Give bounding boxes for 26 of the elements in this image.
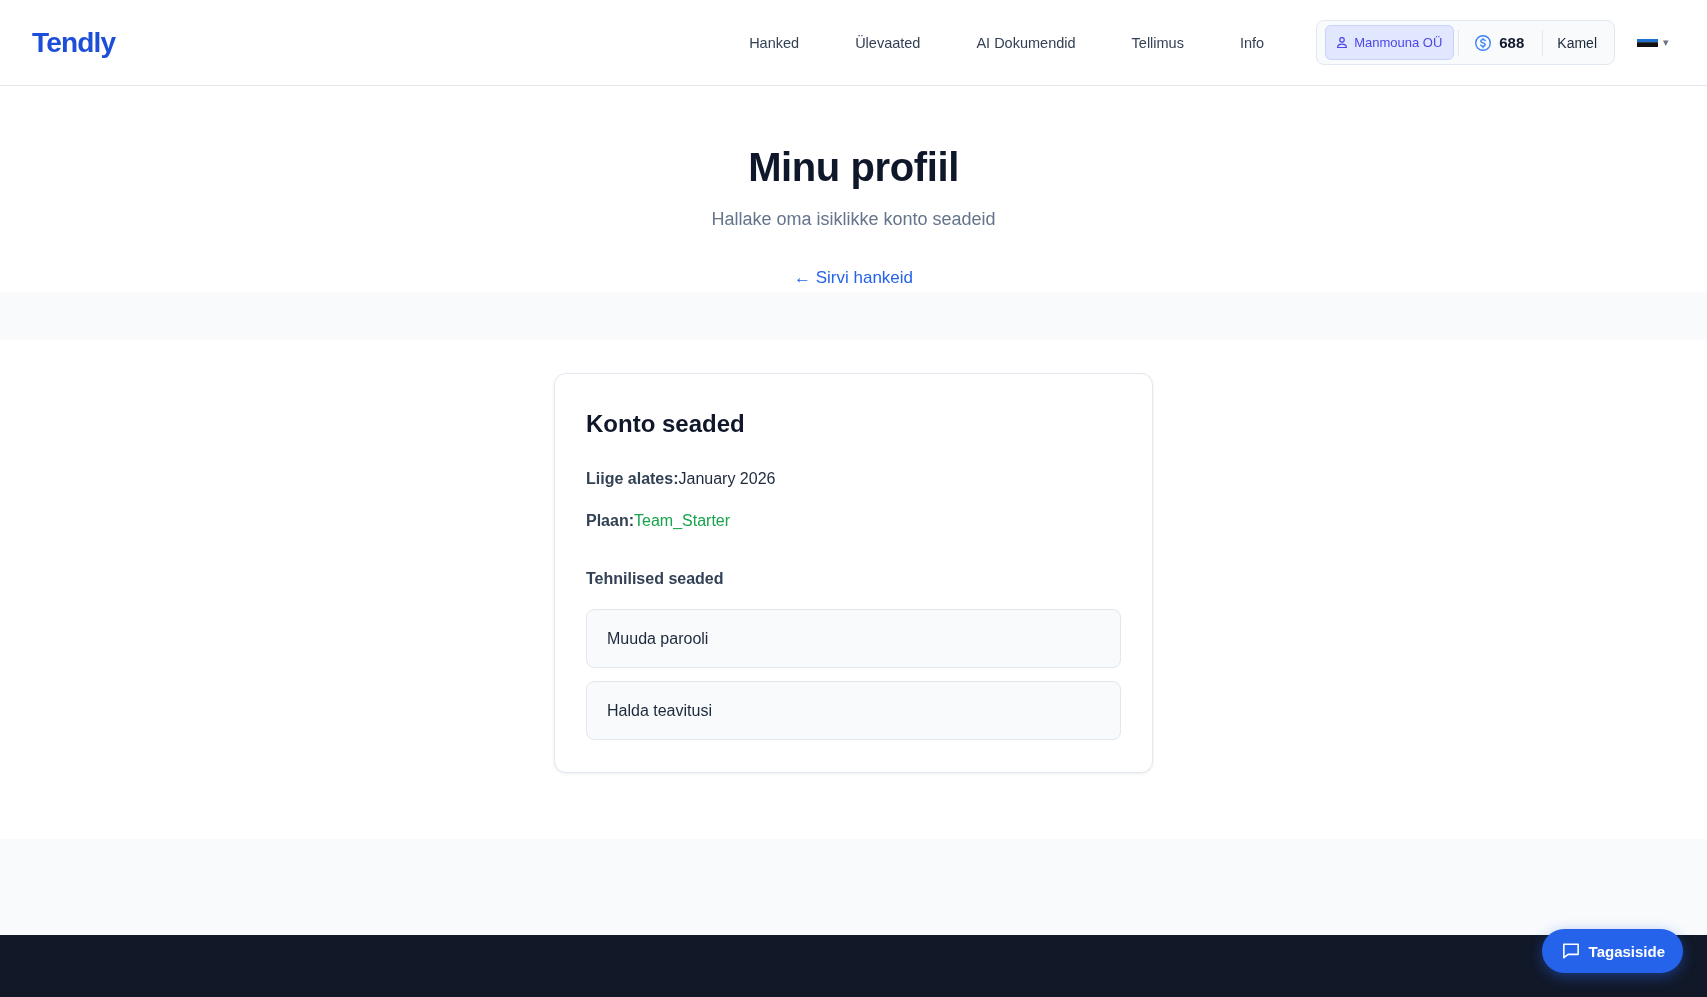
detail-label: Plaan: — [586, 512, 634, 529]
settings-action-button[interactable]: Halda teavitusi — [586, 681, 1121, 740]
logo[interactable]: Tendly — [32, 25, 116, 60]
nav-link[interactable]: Hanked — [749, 32, 800, 53]
nav-link[interactable]: AI Dokumendid — [976, 32, 1076, 53]
page-subtitle: Hallake oma isiklikke konto seadeid — [711, 208, 996, 231]
feedback-button[interactable]: Tagasiside — [1541, 929, 1683, 973]
user-name-link[interactable]: Kamel — [1557, 34, 1597, 51]
nav-link[interactable]: Info — [1239, 32, 1265, 53]
back-link[interactable]: ← Sirvi hankeid — [793, 265, 914, 290]
plan-name: Team_Starter — [634, 512, 731, 529]
detail-value: January 2026 — [678, 470, 776, 487]
credit-balance: 688 — [1499, 34, 1525, 51]
section-heading: Tehnilised seaded — [586, 569, 724, 589]
settings-action-button[interactable]: Muuda parooli — [586, 609, 1121, 668]
company-button[interactable]: Manmouna OÜ — [1325, 25, 1455, 60]
nav-link[interactable]: Ülevaated — [855, 32, 921, 53]
card-title: Konto seaded — [586, 409, 745, 439]
nav-link[interactable]: Tellimus — [1131, 32, 1184, 53]
page-title: Minu profiil — [748, 144, 959, 191]
dollar-coin-icon — [1475, 34, 1492, 51]
user-icon — [1337, 37, 1348, 48]
language-selector[interactable]: ▾ — [1637, 36, 1669, 49]
detail-label: Liige alates: — [586, 470, 679, 487]
flag-icon — [1637, 38, 1658, 47]
chat-bubble-icon — [1562, 943, 1579, 959]
